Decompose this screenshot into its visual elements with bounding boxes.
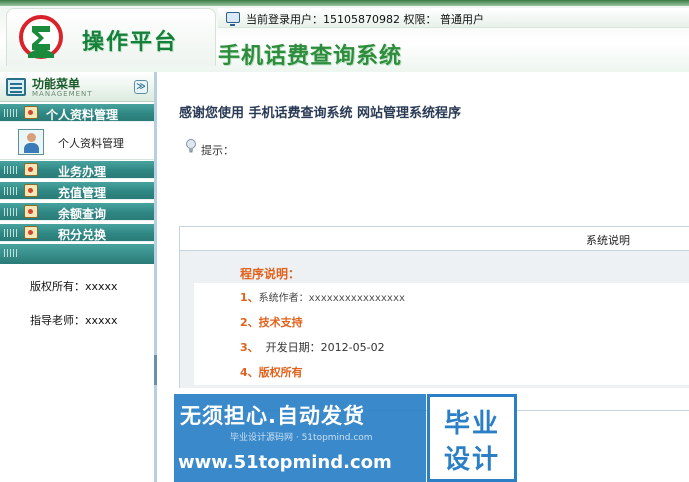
- item-number: 4、: [240, 366, 259, 379]
- sidebar: 功能菜单 MANAGEMENT ≫ 个人资料管理 个人资料管理 业务办理 充值管…: [0, 72, 154, 482]
- grip-icon: [4, 109, 18, 117]
- monitor-icon: [226, 12, 240, 26]
- sidebar-item-label: 积分兑换: [58, 228, 107, 242]
- grip-icon: [4, 208, 18, 216]
- menu-list-icon: [6, 78, 26, 96]
- item-number: 2、: [240, 316, 259, 329]
- user-profile-icon: [18, 129, 44, 155]
- list-item: 3、 开发日期：2012-05-02: [240, 339, 385, 355]
- welcome-heading: 感谢您使用 手机话费查询系统 网站管理系统程序: [179, 106, 462, 121]
- ad-badge-line1: 毕业: [443, 409, 500, 439]
- grip-icon: [4, 249, 18, 257]
- sidebar-item-label: 充值管理: [58, 186, 107, 200]
- system-title: 手机话费查询系统: [218, 43, 403, 69]
- ad-banner: 无须担心.自动发货 毕业设计源码网 · 51topmind.com www.51…: [174, 394, 426, 482]
- balance-icon: [24, 205, 38, 218]
- copyright-text: 版权所有：xxxxx: [30, 280, 118, 293]
- sidebar-subitem-label: 个人资料管理: [58, 137, 124, 150]
- item-text: 版权所有: [258, 366, 303, 379]
- header: 操作平台 当前登录用户：15105870982 权限： 普通用户 手机话费查询系…: [0, 0, 689, 72]
- sidebar-item-recharge[interactable]: 充值管理: [0, 182, 154, 200]
- user-info-bar: 当前登录用户：15105870982 权限： 普通用户: [218, 8, 689, 28]
- sidebar-item-points[interactable]: 积分兑换: [0, 224, 154, 242]
- item-text: 技术支持: [258, 316, 303, 329]
- grip-icon: [4, 229, 18, 237]
- ad-badge-line2: 设计: [443, 445, 500, 475]
- hint-label: 提示：: [201, 144, 234, 157]
- item-text: 开发日期：2012-05-02: [258, 341, 385, 354]
- panel-header: 系统说明: [180, 227, 689, 251]
- sidebar-footer-bar: [0, 244, 154, 264]
- sidebar-item-label: 余额查询: [58, 207, 107, 221]
- brand-name: 操作平台: [82, 29, 179, 55]
- sidebar-item-label: 个人资料管理: [46, 108, 119, 122]
- item-text: 系统作者：xxxxxxxxxxxxxxxx: [258, 293, 405, 304]
- points-icon: [24, 226, 38, 239]
- sidebar-subitem-profile[interactable]: 个人资料管理: [0, 124, 154, 160]
- lightbulb-icon: [186, 139, 196, 153]
- menu-subtitle: MANAGEMENT: [32, 90, 93, 98]
- sidebar-item-label: 业务办理: [58, 165, 107, 179]
- program-desc-list: 1、系统作者：xxxxxxxxxxxxxxxx 2、技术支持 3、 开发日期：2…: [194, 283, 689, 385]
- item-number: 3、: [240, 341, 259, 354]
- program-desc-title: 程序说明：: [240, 267, 301, 281]
- item-number: 1、: [240, 291, 259, 304]
- profile-folder-icon: [24, 106, 38, 119]
- menu-header: 功能菜单 MANAGEMENT ≫: [0, 72, 154, 102]
- app-window: 操作平台 当前登录用户：15105870982 权限： 普通用户 手机话费查询系…: [0, 0, 689, 482]
- ad-url: www.51topmind.com: [178, 452, 392, 473]
- list-item: 1、系统作者：xxxxxxxxxxxxxxxx: [240, 289, 405, 305]
- teacher-text: 指导老师：xxxxx: [30, 314, 118, 327]
- sidebar-item-business[interactable]: 业务办理: [0, 161, 154, 179]
- header-top-line: [0, 0, 689, 6]
- list-item: 4、版权所有: [240, 364, 303, 380]
- system-info-panel: 系统说明 程序说明： 1、系统作者：xxxxxxxxxxxxxxxx 2、技术支…: [179, 226, 689, 388]
- panel-title: 系统说明: [586, 234, 630, 247]
- grip-icon: [4, 166, 18, 174]
- ad-slogan: 无须担心.自动发货: [180, 404, 365, 428]
- business-icon: [24, 163, 38, 176]
- list-item: 2、技术支持: [240, 314, 303, 330]
- bank-logo-icon: [19, 15, 63, 59]
- ad-small-text: 毕业设计源码网 · 51topmind.com: [230, 433, 373, 443]
- collapse-menu-button[interactable]: ≫: [134, 80, 148, 94]
- recharge-icon: [24, 184, 38, 197]
- watermark-ad[interactable]: 无须担心.自动发货 毕业设计源码网 · 51topmind.com www.51…: [174, 394, 517, 482]
- ad-badge: 毕业 设计: [427, 394, 517, 482]
- user-info: 当前登录用户：15105870982 权限： 普通用户: [246, 13, 484, 26]
- sidebar-item-profile[interactable]: 个人资料管理: [0, 104, 154, 122]
- sidebar-item-balance[interactable]: 余额查询: [0, 203, 154, 221]
- grip-icon: [4, 187, 18, 195]
